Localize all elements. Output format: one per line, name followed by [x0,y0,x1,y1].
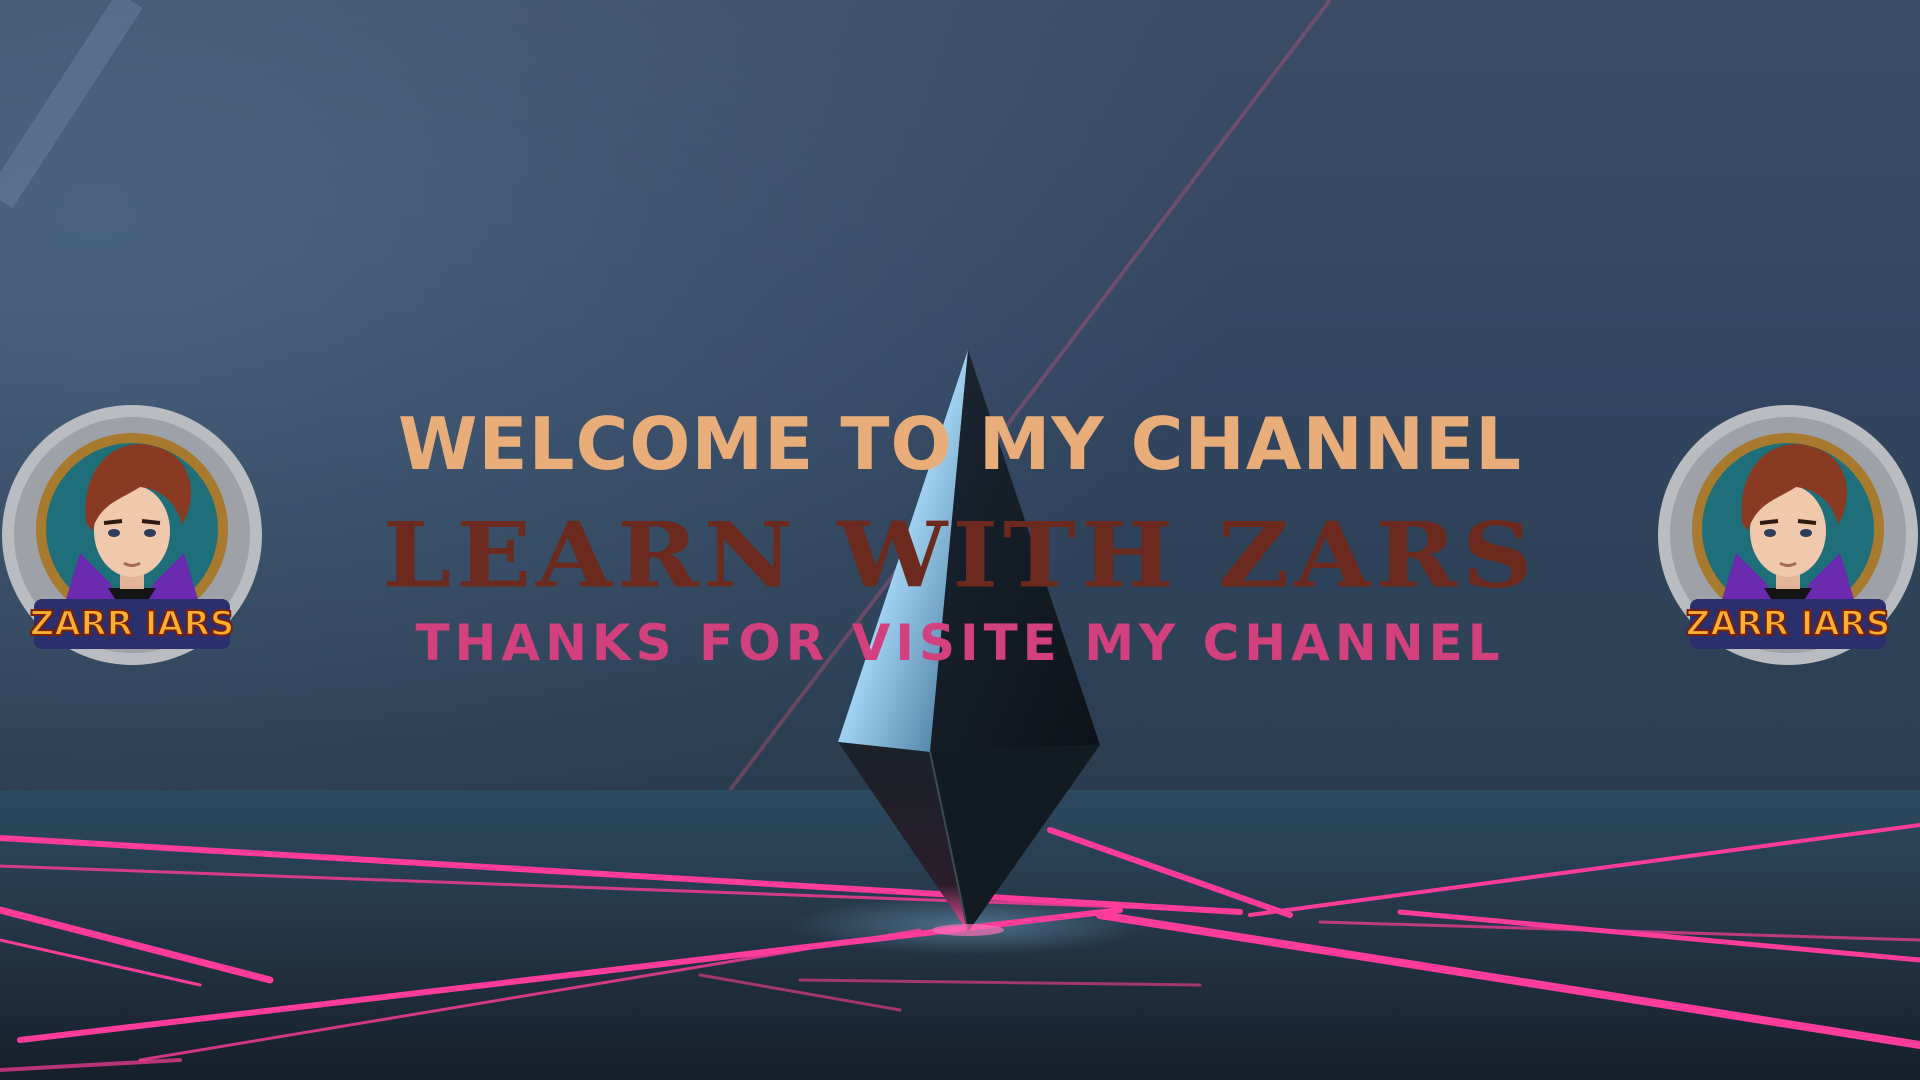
channel-title: LEARN WITH ZARS [382,502,1538,609]
welcome-heading: WELCOME TO MY CHANNEL [397,402,1523,486]
thanks-subtitle: THANKS FOR VISITE MY CHANNEL [415,614,1505,672]
channel-banner: ZARR IARS ZARR IARS WELCOME TO MY CHANNE… [0,0,1920,1080]
